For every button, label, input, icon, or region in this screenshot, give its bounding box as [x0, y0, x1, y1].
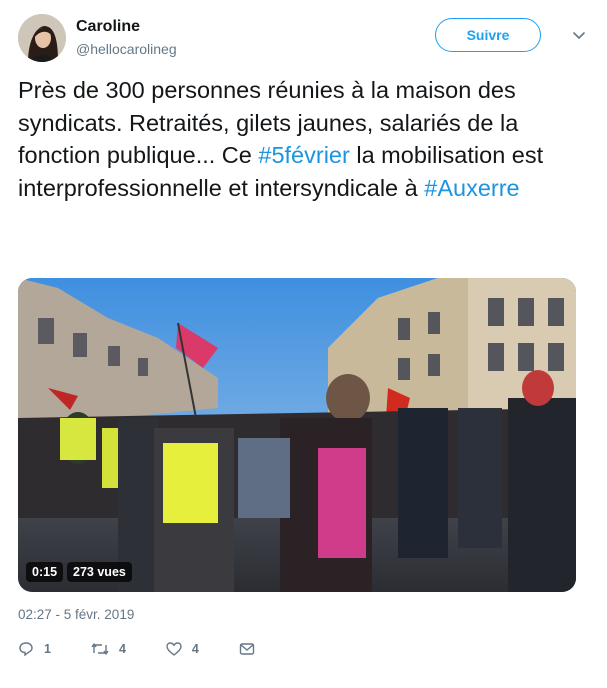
author-name[interactable]: Caroline	[76, 18, 140, 36]
retweet-count: 4	[118, 642, 126, 656]
like-count: 4	[191, 642, 199, 656]
video-player[interactable]: 0:15 273 vues	[18, 278, 576, 592]
video-views: 273 vues	[67, 562, 132, 582]
action-bar: 1 4 4	[18, 638, 305, 660]
retweet-action[interactable]: 4	[91, 641, 126, 657]
avatar[interactable]	[18, 14, 66, 62]
tweet-text: Près de 300 personnes réunies à la maiso…	[18, 74, 590, 204]
video-duration: 0:15	[26, 562, 64, 582]
chevron-down-icon[interactable]	[569, 26, 589, 46]
video-thumbnail	[18, 278, 576, 592]
reply-count: 1	[44, 642, 51, 656]
tweet-header: Caroline @hellocarolineg Suivre	[18, 12, 589, 66]
like-action[interactable]: 4	[166, 641, 199, 657]
follow-button[interactable]: Suivre	[435, 18, 541, 52]
profile-photo	[18, 14, 66, 62]
retweet-icon	[91, 643, 109, 655]
reply-icon	[19, 642, 33, 657]
video-overlay: 0:15 273 vues	[26, 562, 132, 582]
hashtag-5fevrier[interactable]: #5février	[258, 142, 349, 168]
dm-action[interactable]	[239, 641, 265, 657]
hashtag-auxerre[interactable]: #Auxerre	[424, 175, 519, 201]
heart-icon	[166, 642, 182, 656]
envelope-icon	[239, 643, 255, 655]
reply-action[interactable]: 1	[18, 641, 51, 657]
author-handle[interactable]: @hellocarolineg	[76, 41, 177, 57]
timestamp[interactable]: 02:27 - 5 févr. 2019	[18, 607, 134, 622]
